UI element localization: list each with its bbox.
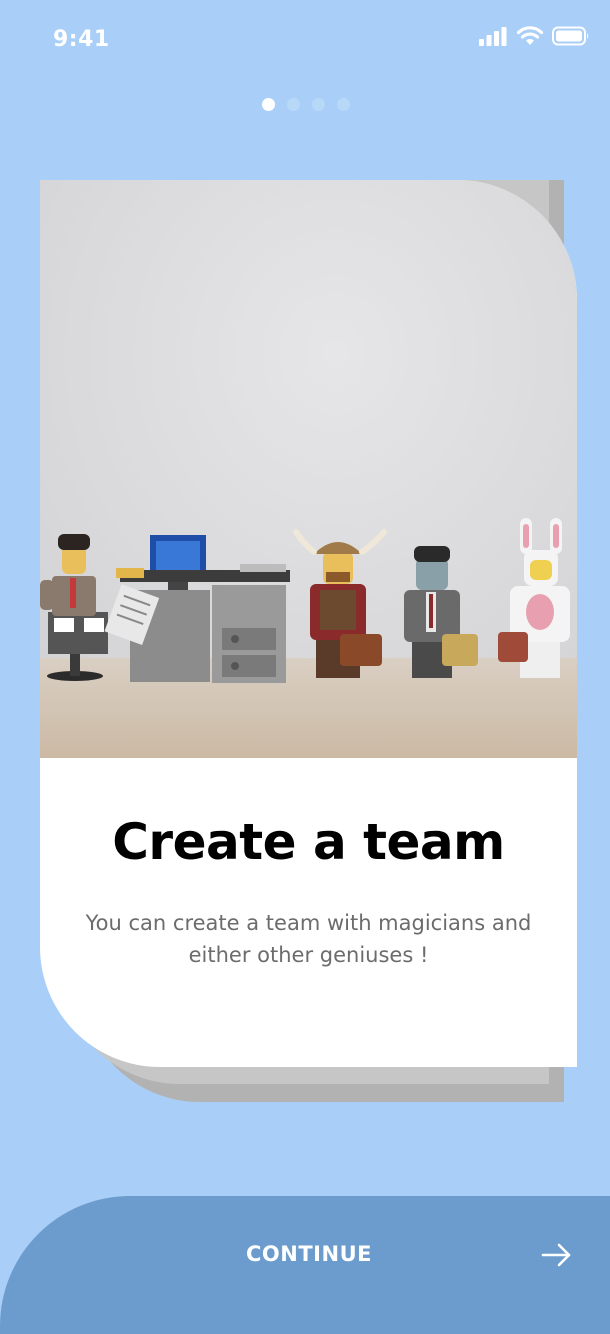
card-title: Create a team <box>112 813 505 871</box>
page-dot-active[interactable] <box>262 98 275 111</box>
continue-label: CONTINUE <box>246 1242 372 1266</box>
wifi-icon <box>516 26 544 46</box>
page-dot[interactable] <box>337 98 350 111</box>
status-icons <box>478 26 590 46</box>
status-bar: 9:41 <box>0 0 610 80</box>
onboarding-card: Create a team You can create a team with… <box>40 180 577 1067</box>
status-time: 9:41 <box>53 27 110 52</box>
continue-button[interactable]: CONTINUE <box>0 1196 610 1334</box>
signal-icon <box>478 26 508 46</box>
page-dot[interactable] <box>287 98 300 111</box>
card-description: You can create a team with magicians and… <box>85 911 532 967</box>
page-indicator <box>262 98 350 111</box>
page-dot[interactable] <box>312 98 325 111</box>
battery-icon <box>552 26 590 46</box>
onboarding-card-stack: Create a team You can create a team with… <box>40 180 577 1102</box>
arrow-right-icon[interactable] <box>541 1243 573 1272</box>
lego-team-photo <box>40 180 577 758</box>
